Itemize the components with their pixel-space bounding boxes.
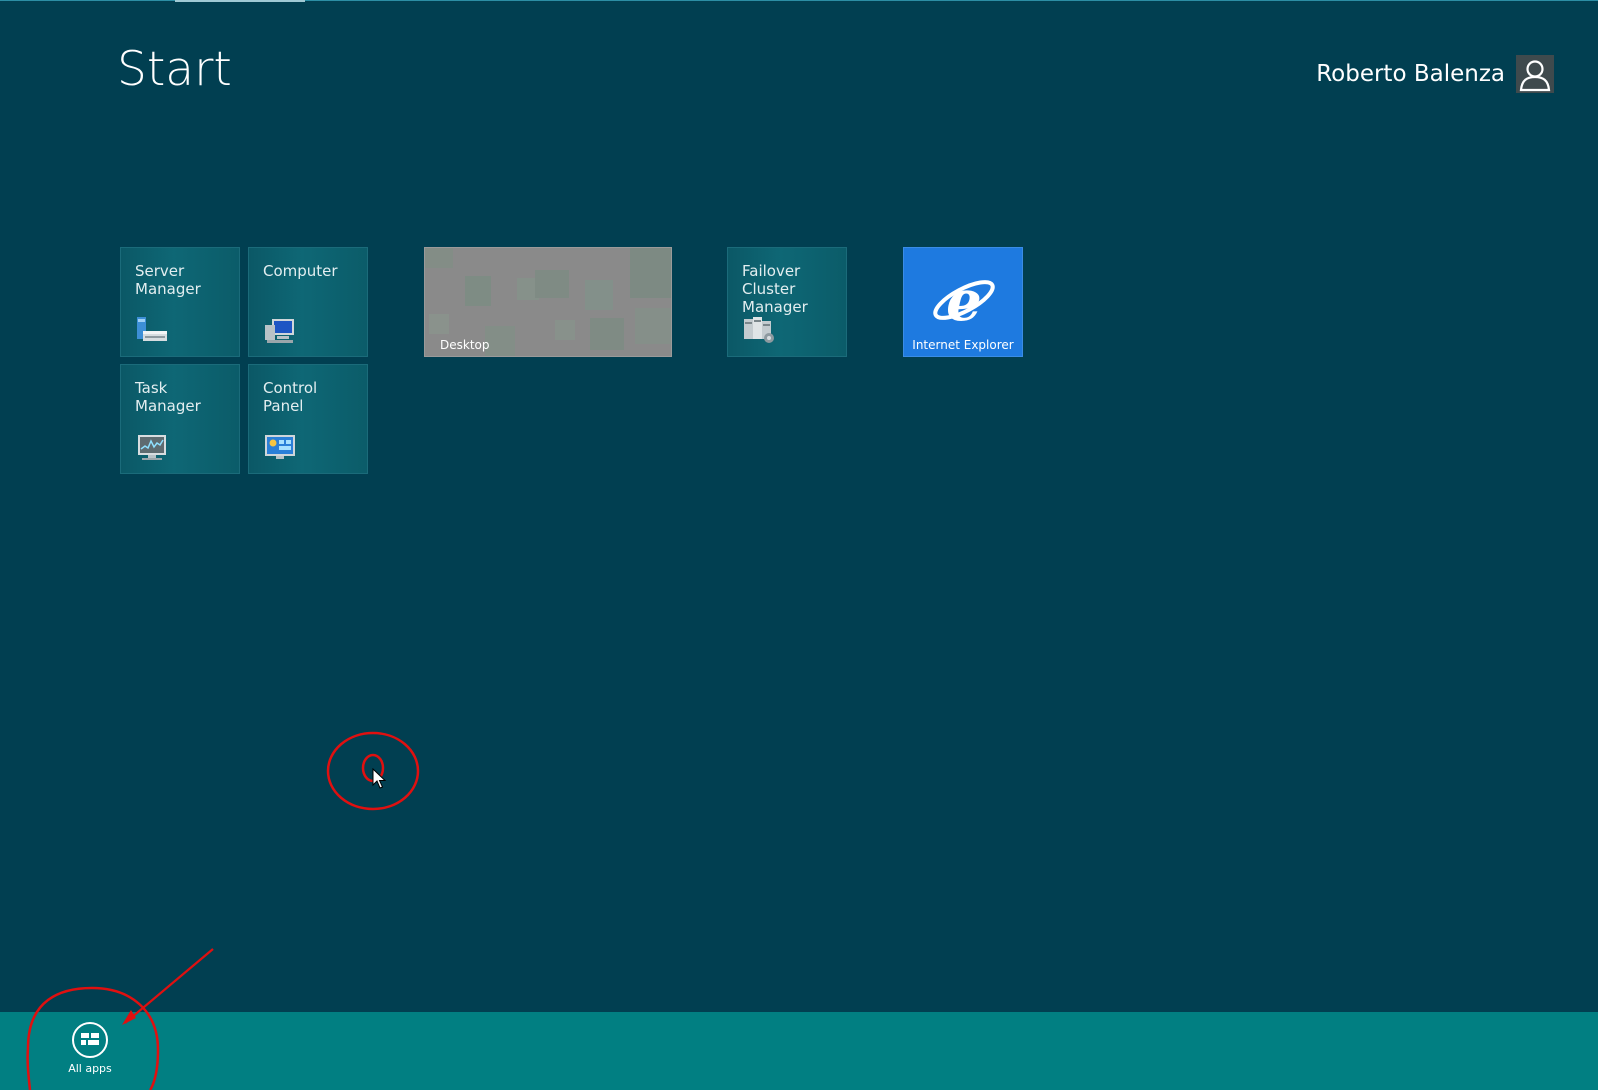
cluster-manager-icon [742,315,776,350]
user-name: Roberto Balenza [1316,61,1505,87]
tile-label: Control Panel [263,379,318,415]
all-apps-icon [72,1022,108,1058]
control-panel-icon [263,432,297,467]
internet-explorer-icon: e [933,270,995,334]
top-border-accent [175,0,305,2]
tile-label: Desktop [440,338,490,352]
tile-label: Task Manager [135,379,201,415]
red-annotations [26,731,420,1090]
page-title: Start [117,42,232,97]
all-apps-label: All apps [68,1062,112,1075]
all-apps-button[interactable]: All apps [48,1022,132,1084]
app-bar: All apps [0,1012,1598,1090]
tile-desktop[interactable]: Desktop [424,247,672,357]
tile-control-panel[interactable]: Control Panel [248,364,368,474]
user-account[interactable]: Roberto Balenza [1316,55,1554,93]
tile-label: Failover Cluster Manager [742,262,808,316]
tile-label: Internet Explorer [912,338,1014,352]
svg-text:e: e [946,270,982,334]
task-manager-icon [135,432,169,467]
tile-computer[interactable]: Computer [248,247,368,357]
tile-server-manager[interactable]: Server Manager [120,247,240,357]
tile-failover-cluster-manager[interactable]: Failover Cluster Manager [727,247,847,357]
computer-icon [263,315,297,350]
tile-task-manager[interactable]: Task Manager [120,364,240,474]
tile-label: Computer [263,262,338,280]
tile-label: Server Manager [135,262,201,298]
server-manager-icon [135,315,169,350]
tile-internet-explorer[interactable]: e Internet Explorer [903,247,1023,357]
user-silhouette-icon [1516,55,1554,93]
mouse-cursor-icon [372,768,386,789]
